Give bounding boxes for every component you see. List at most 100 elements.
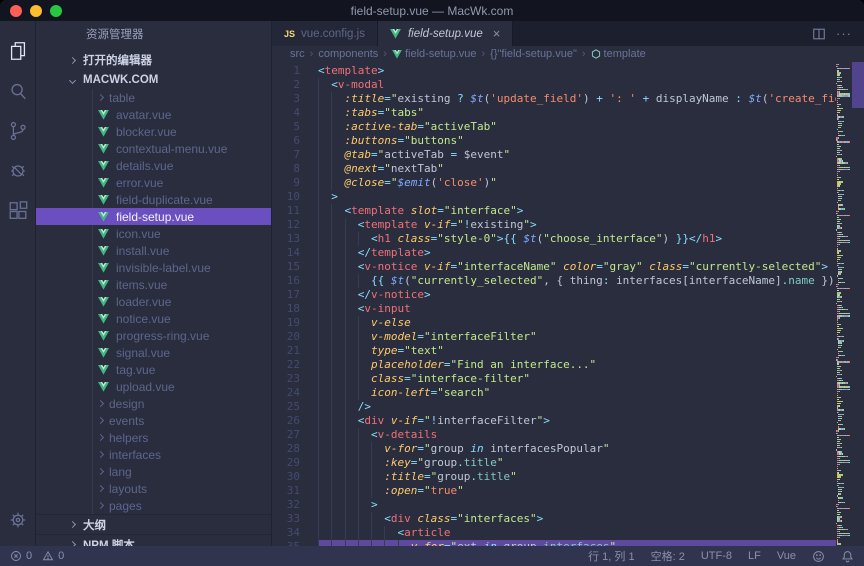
code-line-18[interactable]: 18 <v-input [272,302,836,316]
more-actions-icon[interactable]: ··· [836,26,852,41]
activity-source-control[interactable] [3,111,33,151]
code-line-31[interactable]: 31 :open="true" [272,484,836,498]
breadcrumb-file[interactable]: field-setup.vue [392,48,477,60]
code-line-12[interactable]: 12 <template v-if="!existing"> [272,218,836,232]
code-line-3[interactable]: 3 :title="existing ? $t('update_field') … [272,92,836,106]
status-language-mode[interactable]: Vue [777,550,796,562]
code-line-8[interactable]: 8 @next="nextTab" [272,162,836,176]
tree-item-loader-vue[interactable]: loader.vue [36,293,271,310]
split-editor-icon[interactable] [812,27,826,41]
open-editors-section[interactable]: 打开的编辑器 [36,49,271,71]
tree-item-blocker-vue[interactable]: blocker.vue [36,123,271,140]
status-encoding[interactable]: UTF-8 [701,550,732,562]
tree-item-install-vue[interactable]: install.vue [36,242,271,259]
status-notifications[interactable] [841,550,854,563]
activity-manage[interactable] [3,500,33,540]
tree-item-icon-vue[interactable]: icon.vue [36,225,271,242]
close-tab-icon[interactable]: × [493,26,501,41]
tree-item-contextual-menu-vue[interactable]: contextual-menu.vue [36,140,271,157]
status-problems-warnings[interactable]: 0 [42,550,64,562]
tree-item-pages[interactable]: pages [36,497,271,514]
tree-item-layouts[interactable]: layouts [36,480,271,497]
code-line-4[interactable]: 4 :tabs="tabs" [272,106,836,120]
file-name: details.vue [116,159,173,173]
tree-item-lang[interactable]: lang [36,463,271,480]
code-line-20[interactable]: 20 v-model="interfaceFilter" [272,330,836,344]
code-line-34[interactable]: 34 <article [272,526,836,540]
line-number: 20 [272,330,318,344]
code-line-33[interactable]: 33 <div class="interfaces"> [272,512,836,526]
breadcrumb-components[interactable]: components [318,48,378,60]
line-number: 5 [272,120,318,134]
outline-section[interactable]: 大纲 [36,514,271,534]
tree-item-items-vue[interactable]: items.vue [36,276,271,293]
tree-item-avatar-vue[interactable]: avatar.vue [36,106,271,123]
vue-icon [98,178,110,188]
code-line-27[interactable]: 27 <v-details [272,428,836,442]
activity-debug[interactable] [3,151,33,191]
code-line-22[interactable]: 22 placeholder="Find an interface..." [272,358,836,372]
tree-item-notice-vue[interactable]: notice.vue [36,310,271,327]
tree-item-invisible-label-vue[interactable]: invisible-label.vue [36,259,271,276]
code-line-28[interactable]: 28 v-for="group in interfacesPopular" [272,442,836,456]
code-line-14[interactable]: 14 </template> [272,246,836,260]
code-line-2[interactable]: 2 <v-modal [272,78,836,92]
status-eol[interactable]: LF [748,550,761,562]
tree-item-progress-ring-vue[interactable]: progress-ring.vue [36,327,271,344]
code-line-25[interactable]: 25 /> [272,400,836,414]
code-line-32[interactable]: 32 > [272,498,836,512]
code-line-24[interactable]: 24 icon-left="search" [272,386,836,400]
tree-item-helpers[interactable]: helpers [36,429,271,446]
code-line-21[interactable]: 21 type="text" [272,344,836,358]
activity-extensions[interactable] [3,191,33,231]
status-problems-errors[interactable]: 0 [10,550,32,562]
code-line-17[interactable]: 17 </v-notice> [272,288,836,302]
code-line-6[interactable]: 6 :buttons="buttons" [272,134,836,148]
tree-item-tag-vue[interactable]: tag.vue [36,361,271,378]
code-line-19[interactable]: 19 v-else [272,316,836,330]
code-line-29[interactable]: 29 :key="group.title" [272,456,836,470]
code-line-11[interactable]: 11 <template slot="interface"> [272,204,836,218]
tree-item-interfaces[interactable]: interfaces [36,446,271,463]
tree-item-error-vue[interactable]: error.vue [36,174,271,191]
code-line-10[interactable]: 10 > [272,190,836,204]
breadcrumb-template-symbol[interactable]: template [591,48,646,60]
activity-search[interactable] [3,71,33,111]
breadcrumb-src[interactable]: src [290,48,305,60]
minimize-window-button[interactable] [30,5,42,17]
code-line-7[interactable]: 7 @tab="activeTab = $event" [272,148,836,162]
code-line-5[interactable]: 5 :active-tab="activeTab" [272,120,836,134]
tree-item-field-duplicate-vue[interactable]: field-duplicate.vue [36,191,271,208]
code-line-13[interactable]: 13 <h1 class="style-0">{{ $t("choose_int… [272,232,836,246]
code-line-30[interactable]: 30 :title="group.title" [272,470,836,484]
close-window-button[interactable] [10,5,22,17]
tab-field-setup-vue[interactable]: field-setup.vue × [378,21,513,46]
tree-item-design[interactable]: design [36,395,271,412]
activity-explorer[interactable] [3,31,33,71]
minimap[interactable] [836,62,852,546]
tree-item-signal-vue[interactable]: signal.vue [36,344,271,361]
zoom-window-button[interactable] [50,5,62,17]
code-line-35[interactable]: 35 v-for="ext in group.interfaces" [272,540,836,546]
tree-item-upload-vue[interactable]: upload.vue [36,378,271,395]
tree-item-table[interactable]: table [36,89,271,106]
npm-scripts-section[interactable]: NPM 脚本 [36,534,271,546]
tree-item-details-vue[interactable]: details.vue [36,157,271,174]
status-feedback[interactable] [812,550,825,563]
breadcrumb-json-scope[interactable]: {}"field-setup.vue" [490,48,577,60]
status-indentation[interactable]: 空格: 2 [651,548,685,564]
workspace-root-section[interactable]: MACWK.COM [36,71,271,89]
code-line-16[interactable]: 16 {{ $t("currently_selected", { thing: … [272,274,836,288]
code-line-15[interactable]: 15 <v-notice v-if="interfaceName" color=… [272,260,836,274]
status-cursor-position[interactable]: 行 1, 列 1 [588,548,634,564]
line-number: 14 [272,246,318,260]
title-bar: field-setup.vue — MacWk.com [0,0,864,21]
code-line-23[interactable]: 23 class="interface-filter" [272,372,836,386]
scrollbar-thumb[interactable] [852,62,864,108]
code-line-26[interactable]: 26 <div v-if="!interfaceFilter"> [272,414,836,428]
code-line-1[interactable]: 1<template> [272,64,836,78]
code-line-9[interactable]: 9 @close="$emit('close')" [272,176,836,190]
tree-item-events[interactable]: events [36,412,271,429]
tab-vue-config-js[interactable]: JS vue.config.js [272,21,378,46]
tree-item-field-setup-vue[interactable]: field-setup.vue [36,208,271,225]
